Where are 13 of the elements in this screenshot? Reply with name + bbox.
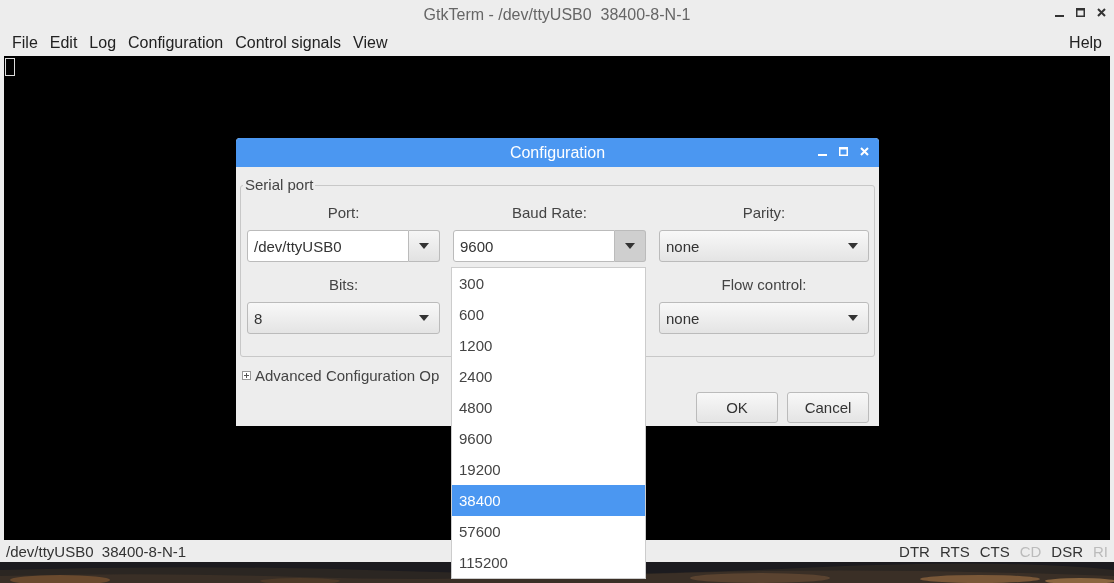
signal-indicator: DSR: [1051, 542, 1083, 560]
window-title: GtkTerm - /dev/ttyUSB0 38400-8-N-1: [423, 6, 691, 24]
field-label: Parity:: [741, 203, 787, 223]
field-label: Bits:: [327, 275, 360, 295]
field-label: Flow control:: [720, 275, 808, 295]
field-label: Baud Rate:: [510, 203, 589, 223]
signal-indicator: RTS: [939, 542, 970, 560]
signal-indicator: DTR: [899, 542, 930, 560]
dialog-title: Configuration: [509, 143, 606, 162]
field-label: Port:: [326, 203, 361, 223]
signal-indicator: CTS: [979, 542, 1010, 560]
port-info: /dev/ttyUSB0 38400-8-N-1: [6, 542, 187, 560]
group-title: Serial port: [243, 176, 316, 193]
